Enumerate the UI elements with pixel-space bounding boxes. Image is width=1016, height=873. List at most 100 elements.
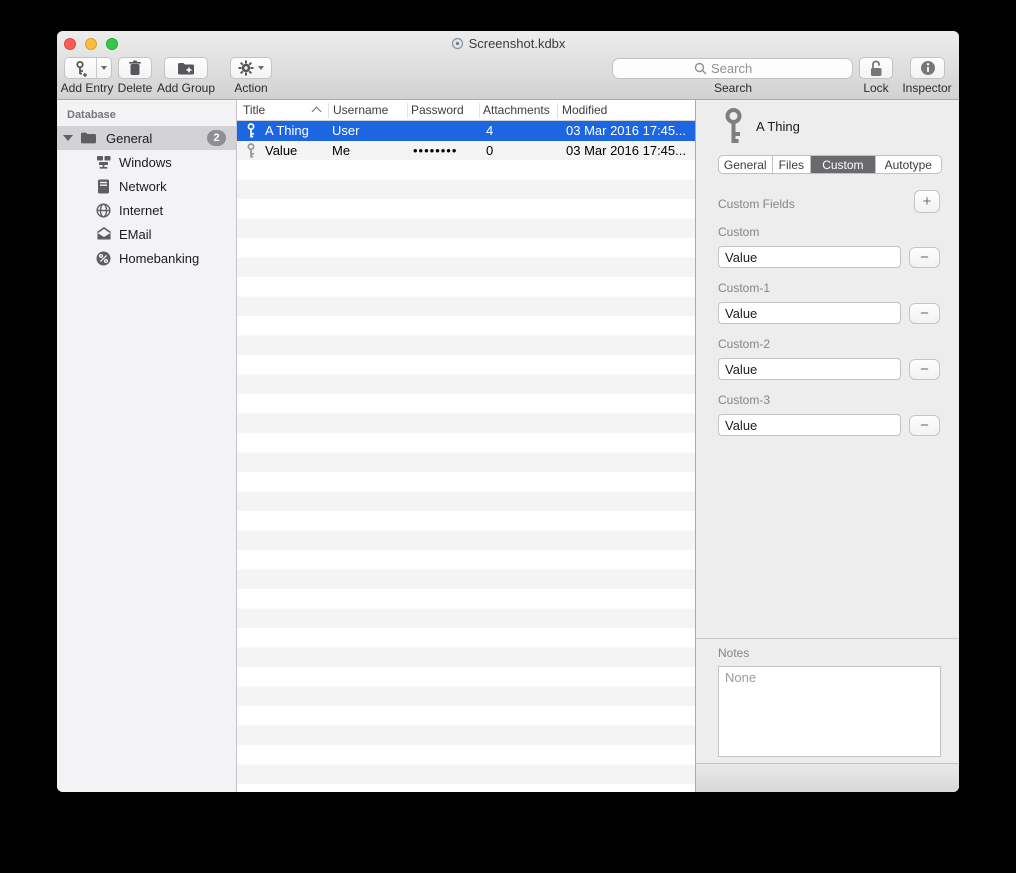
custom-fields-header: Custom Fields — [718, 197, 795, 211]
sidebar-item-label: Internet — [119, 203, 163, 218]
inspector-label: Inspector — [902, 81, 951, 95]
sidebar-item-label: Windows — [119, 155, 172, 170]
open-padlock-icon — [869, 60, 884, 77]
app-window: Screenshot.kdbx Add Entry Delete Add Gro… — [57, 31, 959, 792]
cell-username: Me — [332, 143, 350, 158]
cell-username: User — [332, 123, 359, 138]
sidebar-item-label: Network — [119, 179, 167, 194]
table-body: A Thing User 4 03 Mar 2016 17:45... Valu… — [237, 121, 695, 792]
inspector-bottom-bar — [696, 763, 959, 792]
add-entry-label: Add Entry — [61, 81, 114, 95]
column-header-username[interactable]: Username — [333, 103, 388, 117]
add-entry-dropdown-arrow[interactable] — [97, 58, 111, 78]
column-header-attachments[interactable]: Attachments — [483, 103, 550, 117]
sidebar-item-label: Homebanking — [119, 251, 199, 266]
custom-field-input[interactable] — [718, 302, 901, 324]
chevron-down-icon — [258, 66, 264, 70]
group-sidebar: Database General 2 Windows Network — [57, 100, 237, 792]
entry-title: A Thing — [756, 119, 800, 134]
sidebar-item-homebanking[interactable]: Homebanking — [57, 246, 236, 270]
field-label: Custom-2 — [718, 337, 770, 351]
sort-ascending-icon — [313, 107, 320, 111]
notes-label: Notes — [718, 646, 749, 660]
column-header-password[interactable]: Password — [411, 103, 464, 117]
sidebar-item-email[interactable]: EMail — [57, 222, 236, 246]
inspector-panel: A Thing General Files Custom Autotype Cu… — [695, 100, 959, 792]
column-divider[interactable] — [407, 103, 408, 118]
info-icon — [920, 60, 936, 76]
cell-title: Value — [265, 143, 297, 158]
gear-icon — [238, 60, 254, 76]
sidebar-item-network[interactable]: Network — [57, 174, 236, 198]
cell-attachments: 4 — [486, 123, 493, 138]
chevron-down-icon — [101, 66, 107, 70]
disclosure-triangle-icon[interactable] — [63, 135, 73, 141]
inspector-button[interactable] — [910, 57, 945, 79]
custom-field-input[interactable] — [718, 414, 901, 436]
sidebar-item-windows[interactable]: Windows — [57, 150, 236, 174]
window-title: Screenshot.kdbx — [57, 36, 959, 51]
sidebar-item-internet[interactable]: Internet — [57, 198, 236, 222]
column-header-modified[interactable]: Modified — [562, 103, 607, 117]
titlebar-toolbar: Screenshot.kdbx Add Entry Delete Add Gro… — [57, 31, 959, 100]
entry-count-badge: 2 — [207, 130, 226, 146]
add-group-label: Add Group — [157, 81, 215, 95]
remove-custom-field-button[interactable]: − — [909, 359, 940, 380]
database-section-header: Database — [67, 109, 116, 121]
field-label: Custom-3 — [718, 393, 770, 407]
remove-custom-field-button[interactable]: − — [909, 247, 940, 268]
add-entry-button[interactable] — [64, 57, 112, 79]
sidebar-item-label: General — [106, 131, 152, 146]
inspector-tabs: General Files Custom Autotype — [718, 155, 942, 174]
delete-label: Delete — [118, 81, 153, 95]
table-header: Title Username Password Attachments Modi… — [237, 100, 695, 121]
key-icon — [723, 108, 744, 146]
document-proxy-icon — [451, 37, 464, 50]
folder-plus-icon — [177, 61, 195, 76]
add-group-button[interactable] — [164, 57, 208, 79]
column-divider[interactable] — [328, 103, 329, 118]
sidebar-item-label: EMail — [119, 227, 152, 242]
server-icon — [95, 179, 112, 194]
sidebar-item-general[interactable]: General 2 — [57, 126, 236, 150]
window-title-text: Screenshot.kdbx — [469, 36, 566, 51]
remove-custom-field-button[interactable]: − — [909, 415, 940, 436]
delete-button[interactable] — [118, 57, 152, 79]
globe-icon — [95, 203, 112, 218]
cell-modified: 03 Mar 2016 17:45... — [566, 123, 686, 138]
key-icon — [246, 143, 256, 159]
main-content: Database General 2 Windows Network — [57, 100, 959, 792]
table-row[interactable]: A Thing User 4 03 Mar 2016 17:45... — [237, 121, 695, 141]
column-header-title[interactable]: Title — [243, 103, 265, 117]
field-label: Custom-1 — [718, 281, 770, 295]
tab-custom[interactable]: Custom — [811, 156, 875, 173]
tab-general[interactable]: General — [719, 156, 773, 173]
lock-button[interactable] — [859, 57, 893, 79]
lock-label: Lock — [863, 81, 888, 95]
field-label: Custom — [718, 225, 759, 239]
search-input[interactable] — [711, 61, 771, 76]
key-icon — [246, 123, 256, 139]
column-divider[interactable] — [479, 103, 480, 118]
cell-modified: 03 Mar 2016 17:45... — [566, 143, 686, 158]
tab-autotype[interactable]: Autotype — [876, 156, 941, 173]
action-label: Action — [234, 81, 267, 95]
notes-textarea[interactable] — [718, 666, 941, 757]
cell-attachments: 0 — [486, 143, 493, 158]
remove-custom-field-button[interactable]: − — [909, 303, 940, 324]
custom-field-input[interactable] — [718, 246, 901, 268]
custom-field-input[interactable] — [718, 358, 901, 380]
column-divider[interactable] — [557, 103, 558, 118]
search-toolbar-label: Search — [714, 81, 752, 95]
trash-icon — [128, 60, 142, 76]
search-field[interactable] — [612, 58, 853, 79]
tab-files[interactable]: Files — [773, 156, 812, 173]
table-row[interactable]: Value Me •••••••• 0 03 Mar 2016 17:45... — [237, 141, 695, 161]
search-icon — [694, 62, 707, 75]
action-button[interactable] — [230, 57, 272, 79]
workstation-icon — [95, 155, 112, 170]
cell-password: •••••••• — [413, 143, 457, 158]
folder-icon — [80, 131, 97, 145]
add-custom-field-button[interactable]: + — [914, 190, 940, 213]
key-plus-icon — [65, 58, 97, 78]
